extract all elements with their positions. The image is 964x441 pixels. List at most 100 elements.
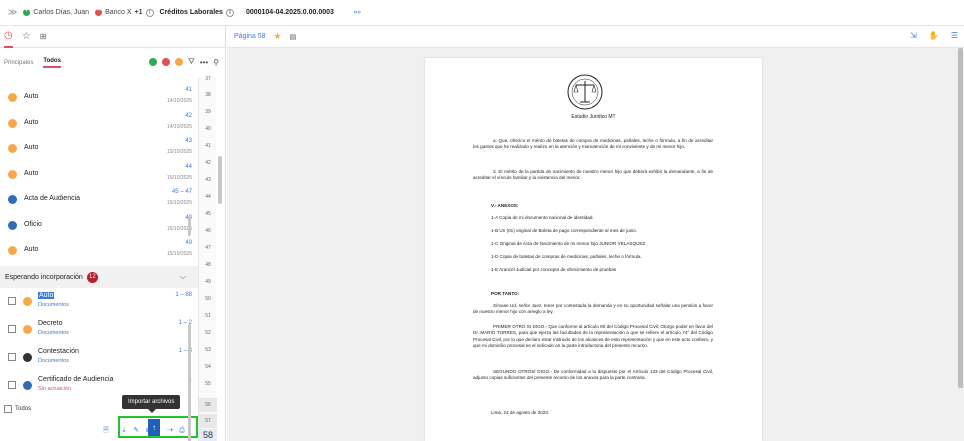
page-number[interactable]: 39 — [199, 109, 217, 115]
clock-icon[interactable]: ◷ — [4, 26, 13, 48]
page-number[interactable]: 52 — [199, 330, 217, 336]
page-number[interactable]: 55 — [199, 381, 217, 387]
green-status-icon[interactable] — [149, 58, 157, 66]
more-icon[interactable]: ••• — [200, 58, 208, 67]
pending-row[interactable]: Contestación Documentos 1 – 3 — [0, 344, 198, 372]
top-bar: ≫ Carlos Días, Juan Banco X +1 i Crédito… — [0, 0, 964, 26]
plus-circle-icon — [23, 7, 31, 16]
settings-sliders-icon[interactable]: ☰ — [951, 31, 958, 40]
page-number[interactable]: 54 — [199, 364, 217, 370]
page-number[interactable]: 47 — [199, 245, 217, 251]
chevron-expand-icon[interactable]: ≫ — [8, 7, 17, 18]
page-number[interactable]: 51 — [199, 313, 217, 319]
text-select-icon[interactable]: ⇲ — [910, 31, 917, 40]
row-checkbox[interactable] — [8, 297, 16, 305]
list-item[interactable]: Auto 41 14/10/2025 — [0, 84, 198, 110]
left-panel: ◷ ☆ ⊞ Principales Todos ⛛ ••• ⚲ Auto 41 … — [0, 26, 226, 441]
pending-subtitle: Documentos — [38, 358, 69, 364]
bank-item[interactable]: Banco X +1 i — [95, 7, 154, 17]
page-number[interactable]: 48 — [199, 262, 217, 268]
page-number[interactable]: 41 — [199, 143, 217, 149]
pending-title: Contestación — [38, 348, 79, 355]
select-all-checkbox[interactable] — [4, 405, 12, 413]
scrollbar[interactable] — [188, 324, 191, 441]
doc-page: 42 — [185, 112, 192, 119]
row-checkbox[interactable] — [8, 381, 16, 389]
panel-tabs: ◷ ☆ ⊞ — [0, 26, 225, 48]
star-outline-icon[interactable]: ☆ — [22, 31, 31, 42]
page-number[interactable]: 37 — [199, 76, 217, 82]
page-number[interactable]: 44 — [199, 194, 217, 200]
doc-type-icon — [8, 220, 17, 230]
page-number[interactable]: 45 — [199, 211, 217, 217]
hand-icon[interactable]: ✋ — [929, 31, 939, 40]
doc-type-icon — [8, 93, 17, 102]
doc-page: 41 — [185, 87, 192, 93]
filter-icon[interactable]: ⛛ — [188, 57, 195, 67]
tab-todos[interactable]: Todos — [43, 58, 61, 68]
pending-title: Certificado de Audiencia — [38, 376, 114, 383]
paragraph: 1-E Arancel Judicial por concepto de ofr… — [491, 267, 617, 272]
doc-type-icon — [8, 144, 17, 153]
red-status-icon[interactable] — [162, 58, 170, 66]
list-item[interactable]: Auto 44 15/10/2025 — [0, 161, 198, 187]
select-all-label: Todos — [15, 406, 32, 412]
list-item[interactable]: Oficio 48 15/10/2025 — [0, 212, 198, 238]
page-number[interactable]: 43 — [199, 177, 217, 183]
page-number[interactable]: 56 — [199, 398, 217, 412]
page-number[interactable]: 40 — [199, 126, 217, 132]
scrollbar[interactable] — [218, 156, 222, 204]
page-number[interactable]: 46 — [199, 228, 217, 234]
row-checkbox[interactable] — [8, 353, 16, 361]
page-number[interactable]: 38 — [199, 92, 217, 98]
studio-name: Estudio Jurídico MT — [571, 114, 616, 120]
doc-name: Auto — [24, 246, 39, 253]
page-number[interactable]: 57 — [199, 414, 217, 428]
pending-section-header[interactable]: Esperando incorporación 12 ⌵ — [0, 266, 198, 288]
tab-principales[interactable]: Principales — [4, 60, 33, 66]
doc-type-icon — [23, 325, 32, 334]
page-number[interactable]: 53 — [199, 347, 217, 353]
share-nodes-icon[interactable]: ⚯ — [354, 8, 361, 17]
page-number[interactable]: 49 — [199, 279, 217, 285]
paragraph: 1-A Copia de mi documento nacional de id… — [491, 215, 594, 220]
doc-type-icon — [23, 353, 32, 362]
doc-date: 14/10/2025 — [166, 98, 192, 104]
case-type-label: Créditos Laborales — [159, 9, 223, 16]
scrollbar[interactable] — [188, 216, 191, 236]
page-number[interactable]: 50 — [199, 296, 217, 302]
scrollbar[interactable] — [958, 48, 963, 388]
doc-date: 15/10/2025 — [166, 251, 192, 257]
doc-page: 45 – 47 — [171, 189, 192, 195]
star-filled-icon[interactable]: ★ — [274, 31, 282, 42]
current-page-number[interactable]: 58 ★ — [199, 429, 217, 441]
section-title: Esperando incorporación — [5, 273, 83, 281]
viewer-header: Página 58 ★ ▤ ⇲ ✋ ☰ — [227, 26, 964, 48]
list-item[interactable]: Auto 42 14/10/2025 — [0, 110, 198, 136]
doc-name: Auto — [24, 169, 39, 177]
list-item[interactable]: Acta de Audiencia 45 – 47 15/10/2025 — [0, 186, 198, 212]
doc-date: 14/10/2025 — [166, 123, 192, 130]
search-icon[interactable]: ⚲ — [213, 58, 219, 67]
row-checkbox[interactable] — [8, 325, 16, 333]
page-label: Página 58 — [234, 33, 266, 40]
chevron-down-icon[interactable]: ⌵ — [180, 272, 186, 282]
page-number[interactable]: 42 — [199, 160, 217, 166]
file-icon[interactable]: 🗎 — [100, 424, 112, 438]
page-number-column: 37 38 39 40 41 42 43 44 45 46 47 48 49 5… — [198, 76, 217, 441]
orange-status-icon[interactable] — [175, 58, 183, 66]
pending-row[interactable]: Decreto Documentos 1 – 2 — [0, 316, 198, 344]
list-item[interactable]: Auto 43 15/10/2025 — [0, 135, 198, 161]
doc-page: 43 — [185, 138, 192, 144]
info-icon[interactable]: i — [145, 8, 154, 17]
doc-type-icon — [8, 118, 17, 128]
party-item[interactable]: Carlos Días, Juan — [23, 7, 89, 16]
doc-type-icon — [8, 169, 17, 179]
doc-list: Auto 41 14/10/2025 Auto 42 14/10/2025 Au… — [0, 78, 198, 263]
pending-row[interactable]: Auto Documentos 1 – 88 — [0, 288, 198, 316]
list-item[interactable]: Auto 49 15/10/2025 — [0, 237, 198, 263]
doc-date: 15/10/2025 — [166, 149, 192, 155]
tree-icon[interactable]: ⊞ — [40, 32, 47, 41]
info-icon[interactable]: i — [225, 8, 234, 17]
comment-icon[interactable]: ▤ — [290, 33, 297, 41]
